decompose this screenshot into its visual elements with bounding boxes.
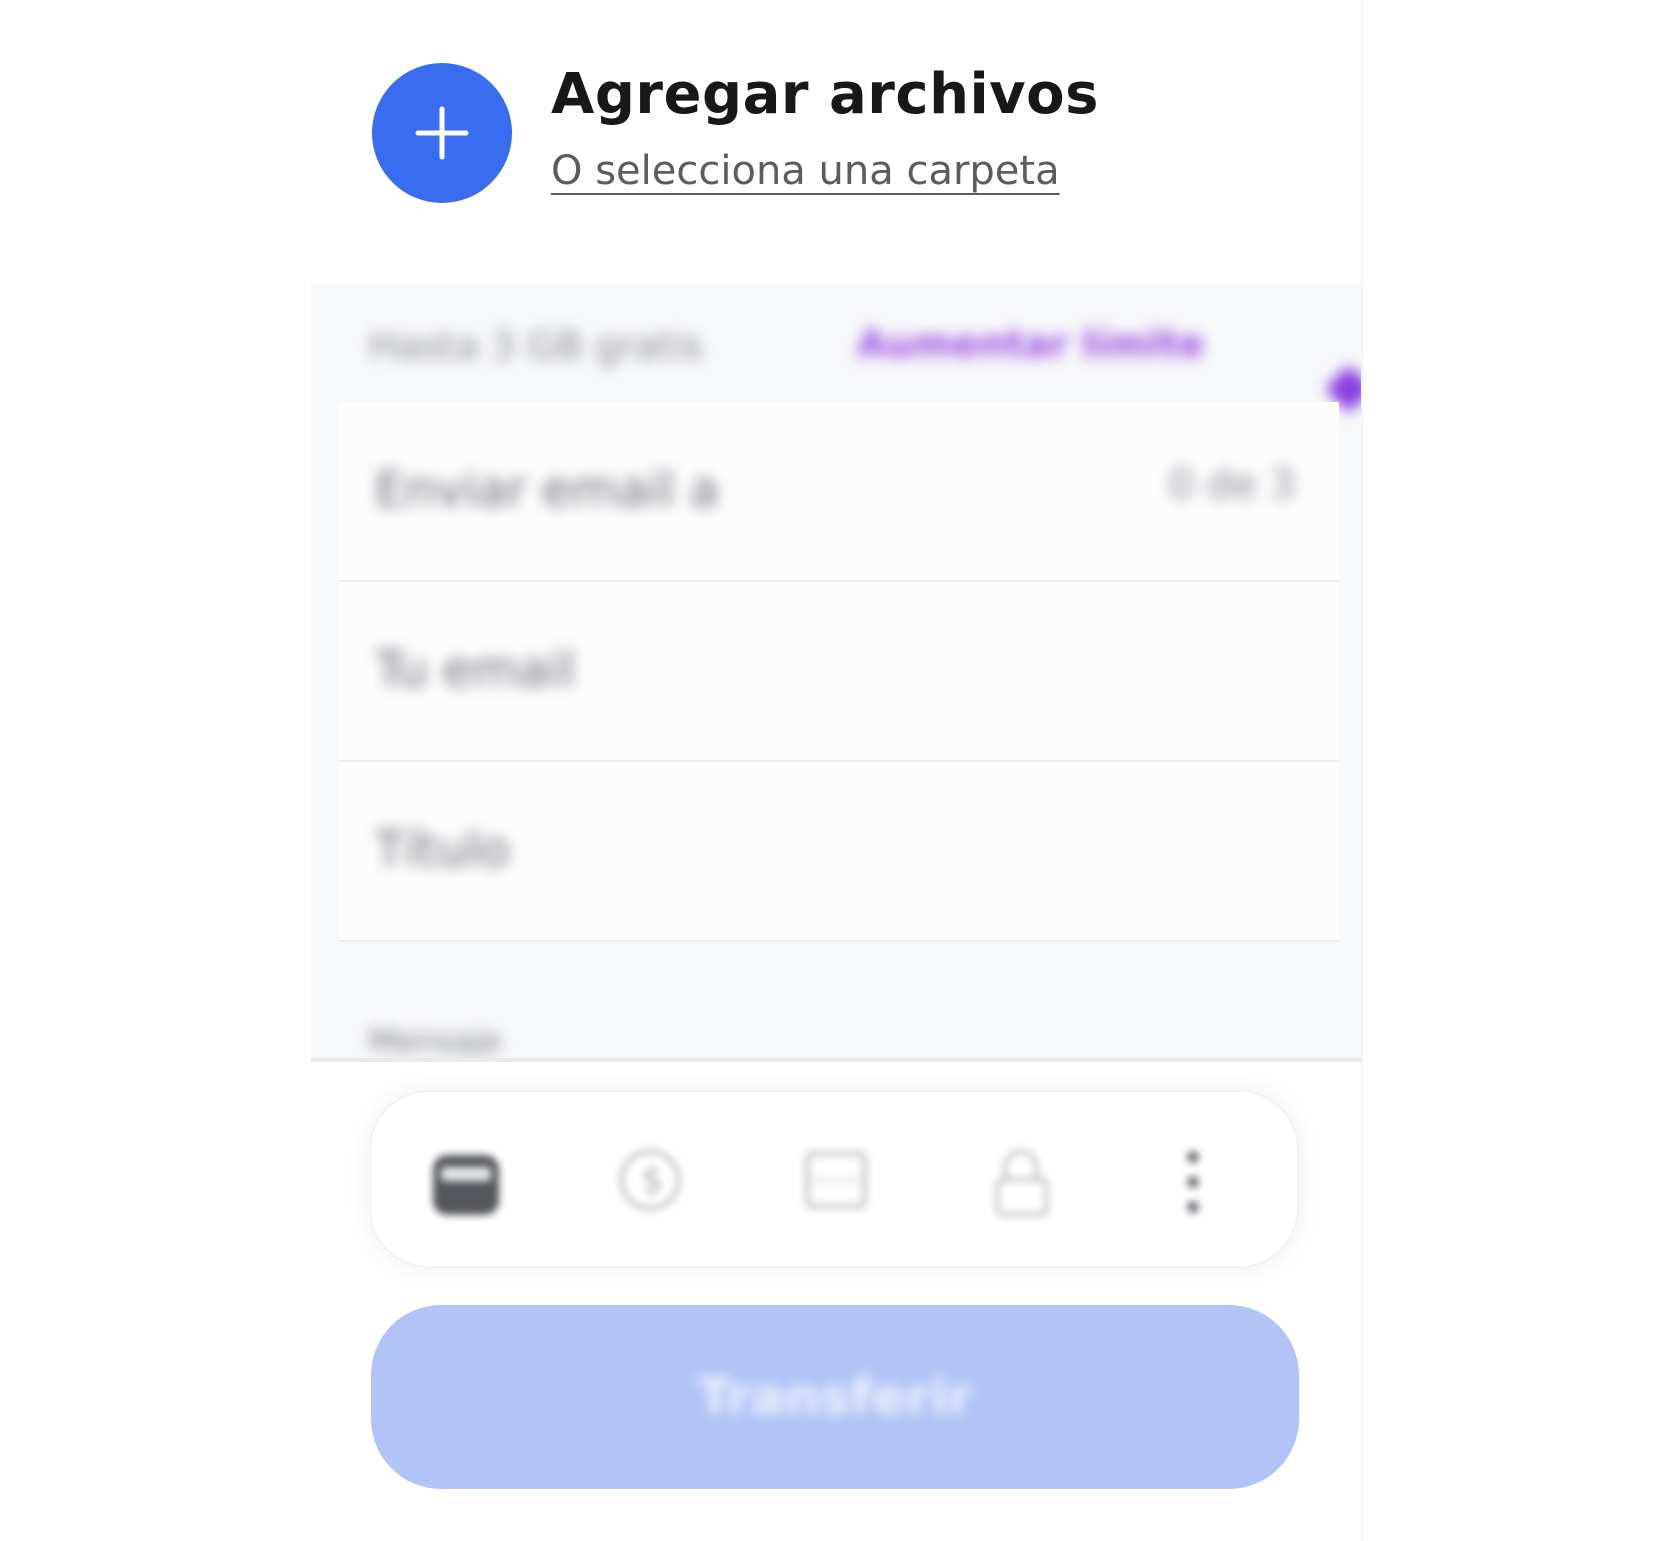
size-limit-text: Hasta 3 GB gratis: [369, 324, 704, 368]
add-files-title[interactable]: Agregar archivos: [551, 62, 1099, 127]
title-input[interactable]: [373, 814, 1097, 886]
upgrade-limit-label: Aumentar límite: [857, 322, 1205, 366]
transfer-button[interactable]: Transferir: [371, 1305, 1299, 1489]
recipient-email-input[interactable]: [373, 454, 1097, 526]
upgrade-limit-link[interactable]: Aumentar límite: [787, 322, 1361, 414]
recipient-email-field[interactable]: 0 de 3: [339, 402, 1339, 582]
lock-icon[interactable]: [989, 1147, 1059, 1217]
more-vertical-icon[interactable]: [1177, 1147, 1207, 1217]
currency-icon[interactable]: $: [617, 1147, 687, 1217]
calendar-icon[interactable]: [431, 1147, 501, 1217]
title-field[interactable]: [339, 762, 1339, 942]
sender-email-input[interactable]: [373, 634, 1097, 706]
image-icon[interactable]: [803, 1147, 873, 1217]
message-label: Mensaje: [369, 1022, 502, 1060]
select-folder-link[interactable]: O selecciona una carpeta: [551, 148, 1060, 194]
sender-email-field[interactable]: [339, 582, 1339, 762]
recipient-counter: 0 de 3: [1168, 462, 1295, 508]
transfer-options-bar: $: [369, 1090, 1299, 1268]
plus-icon: [415, 106, 469, 160]
transfer-panel: Agregar archivos O selecciona una carpet…: [311, 0, 1363, 1541]
transfer-form: Hasta 3 GB gratis Aumentar límite 0 de 3…: [311, 282, 1361, 1062]
add-files-button[interactable]: [372, 63, 512, 203]
transfer-button-label: Transferir: [697, 1368, 973, 1426]
